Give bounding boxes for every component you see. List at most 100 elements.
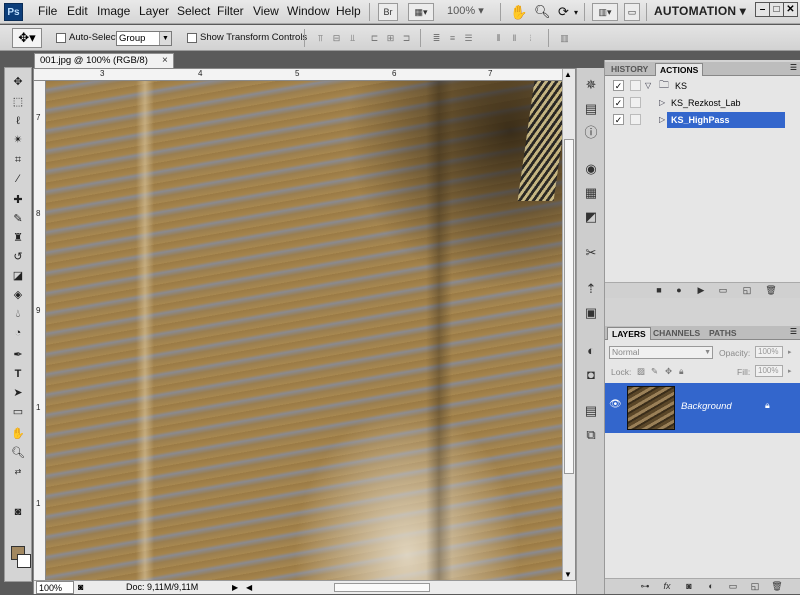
swap-colors-icon[interactable]: ⇄ xyxy=(7,464,29,480)
lock-transparency-icon[interactable]: ▨ xyxy=(637,366,645,377)
scroll-down-icon[interactable]: ▼ xyxy=(564,570,572,579)
scrollbar-thumb[interactable] xyxy=(564,139,574,474)
dialog-toggle[interactable] xyxy=(630,114,641,125)
close-button[interactable]: ✕ xyxy=(783,2,798,17)
lock-image-icon[interactable]: ✎ xyxy=(651,366,658,377)
tab-history[interactable]: HISTORY xyxy=(607,63,652,76)
align-hcenter-icon[interactable]: ⊞ xyxy=(384,32,397,44)
type-tool-icon[interactable]: T xyxy=(7,366,29,382)
info-icon[interactable]: ⓘ xyxy=(582,124,600,142)
stop-icon[interactable]: ■ xyxy=(653,285,665,296)
tab-layers[interactable]: LAYERS xyxy=(607,327,651,340)
magic-wand-tool-icon[interactable]: ✴ xyxy=(7,132,29,148)
vertical-scrollbar[interactable]: ▲ ▼ xyxy=(562,69,575,580)
adjustments-icon[interactable]: ◐ xyxy=(582,342,600,360)
tab-actions[interactable]: ACTIONS xyxy=(655,63,704,76)
clone-stamp-tool-icon[interactable]: ♜ xyxy=(7,230,29,246)
chevron-down-icon[interactable]: ▽ xyxy=(645,78,651,94)
chevron-right-icon[interactable]: ▷ xyxy=(659,95,665,111)
swatches-icon[interactable]: ◉ xyxy=(582,160,600,178)
checkmark-icon[interactable]: ✓ xyxy=(613,97,624,108)
pen-tool-icon[interactable]: ✒ xyxy=(7,347,29,363)
brush-tool-icon[interactable]: ✎ xyxy=(7,211,29,227)
align-bottom-icon[interactable]: ⫫ xyxy=(346,32,359,44)
close-icon[interactable]: × xyxy=(162,55,168,66)
distribute-hcenter-icon[interactable]: ‖ xyxy=(508,32,521,44)
distribute-bottom-icon[interactable]: ☰ xyxy=(462,32,475,44)
chevron-down-icon[interactable]: ▸ xyxy=(788,367,792,375)
layer-row-background[interactable]: 👁︎ Background 🔒︎ xyxy=(605,383,800,433)
histogram-icon[interactable]: ▤ xyxy=(582,100,600,118)
tab-channels[interactable]: CHANNELS xyxy=(649,327,704,340)
notes-icon[interactable]: ▤ xyxy=(582,402,600,420)
distribute-left-icon[interactable]: ⦀ xyxy=(492,32,505,44)
distribute-right-icon[interactable]: ⦙ xyxy=(524,32,537,44)
menu-file[interactable]: File xyxy=(38,4,57,18)
history-brush-tool-icon[interactable]: ↺ xyxy=(7,249,29,265)
menu-view[interactable]: View xyxy=(253,4,279,18)
maximize-button[interactable]: □ xyxy=(769,2,784,17)
blur-tool-icon[interactable]: 💧︎ xyxy=(7,306,29,322)
paint-bucket-tool-icon[interactable]: ◈ xyxy=(7,287,29,303)
dodge-tool-icon[interactable]: ◔ xyxy=(7,325,29,341)
document-tab[interactable]: 001.jpg @ 100% (RGB/8) xyxy=(34,53,174,68)
minimize-button[interactable]: – xyxy=(755,2,770,17)
zoom-level-menu[interactable]: 100% ▾ xyxy=(447,4,484,17)
path-selection-tool-icon[interactable]: ➤ xyxy=(7,385,29,401)
auto-align-layers-icon[interactable]: ▥ xyxy=(558,32,571,44)
masks-icon[interactable]: ◘ xyxy=(582,366,600,384)
scroll-left-icon[interactable]: ◀ xyxy=(246,581,252,594)
vertical-ruler[interactable]: 7 8 9 1 1 xyxy=(34,81,46,580)
healing-brush-tool-icon[interactable]: ✚ xyxy=(7,192,29,208)
dialog-toggle[interactable] xyxy=(630,80,641,91)
checkmark-icon[interactable]: ✓ xyxy=(613,114,624,125)
new-action-icon[interactable]: ◱ xyxy=(741,285,753,296)
panel-menu-icon[interactable]: ☰ xyxy=(790,327,797,336)
new-layer-icon[interactable]: ◱ xyxy=(749,581,761,592)
grid-swatches-icon[interactable]: ▦ xyxy=(582,184,600,202)
background-color-swatch[interactable] xyxy=(17,554,31,568)
view-extras-button[interactable]: ▦▾ xyxy=(408,3,434,21)
menu-image[interactable]: Image xyxy=(97,4,130,18)
distribute-vcenter-icon[interactable]: ≡ xyxy=(446,32,459,44)
menu-select[interactable]: Select xyxy=(177,4,210,18)
dialog-toggle[interactable] xyxy=(630,97,641,108)
checkmark-icon[interactable]: ✓ xyxy=(613,80,624,91)
rotate-view-icon[interactable]: ⟳ xyxy=(558,4,569,20)
move-tool-preset-picker[interactable]: ✥▾ xyxy=(12,28,42,48)
menu-window[interactable]: Window xyxy=(287,4,330,18)
auto-select-dropdown[interactable]: Group ▼ xyxy=(116,31,172,46)
fill-field[interactable]: 100% xyxy=(755,365,783,377)
horizontal-scrollbar-thumb[interactable] xyxy=(334,583,430,592)
distribute-top-icon[interactable]: ≣ xyxy=(430,32,443,44)
zoom-tool-icon[interactable]: 🔍︎ xyxy=(534,4,551,20)
lock-position-icon[interactable]: ✥ xyxy=(665,366,672,377)
panel-menu-icon[interactable]: ☰ xyxy=(790,63,797,72)
action-row-selected[interactable]: ✓ ▷ KS_HighPass xyxy=(605,112,800,128)
usb-clone-source-icon[interactable]: ⇡ xyxy=(582,280,600,298)
link-icon[interactable]: ⊶ xyxy=(639,581,651,592)
workspace-switcher[interactable]: AUTOMATION ▾ xyxy=(654,4,746,18)
align-vcenter-icon[interactable]: ⊟ xyxy=(330,32,343,44)
rectangle-tool-icon[interactable]: ▭ xyxy=(7,404,29,420)
align-top-icon[interactable]: ⫪ xyxy=(314,32,327,44)
action-row[interactable]: ✓ ▷ KS_Rezkost_Lab xyxy=(605,95,800,111)
styles-icon[interactable]: ◩ xyxy=(582,208,600,226)
arrange-documents-button[interactable]: ▥▾ xyxy=(592,3,618,21)
scroll-right-icon[interactable]: ▶ xyxy=(232,581,238,594)
trash-icon[interactable]: 🗑︎ xyxy=(765,285,777,296)
action-set-row[interactable]: ✓ ▽ 🗀︎ KS xyxy=(605,78,800,94)
image-canvas[interactable] xyxy=(46,81,562,580)
3d-rotate-tool-icon[interactable]: ✋ xyxy=(7,426,29,442)
move-tool-icon[interactable]: ✥ xyxy=(7,74,29,90)
opacity-field[interactable]: 100% xyxy=(755,346,783,358)
tab-paths[interactable]: PATHS xyxy=(705,327,741,340)
mask-icon[interactable]: ▣ xyxy=(582,304,600,322)
status-zoom-field[interactable]: 100% xyxy=(36,581,74,594)
eraser-tool-icon[interactable]: ◪ xyxy=(7,268,29,284)
crop-tool-icon[interactable]: ⌗ xyxy=(7,152,29,168)
trash-icon[interactable]: 🗑︎ xyxy=(771,581,783,592)
menu-help[interactable]: Help xyxy=(336,4,361,18)
tools-presets-icon[interactable]: ✂ xyxy=(582,244,600,262)
menu-filter[interactable]: Filter xyxy=(217,4,244,18)
